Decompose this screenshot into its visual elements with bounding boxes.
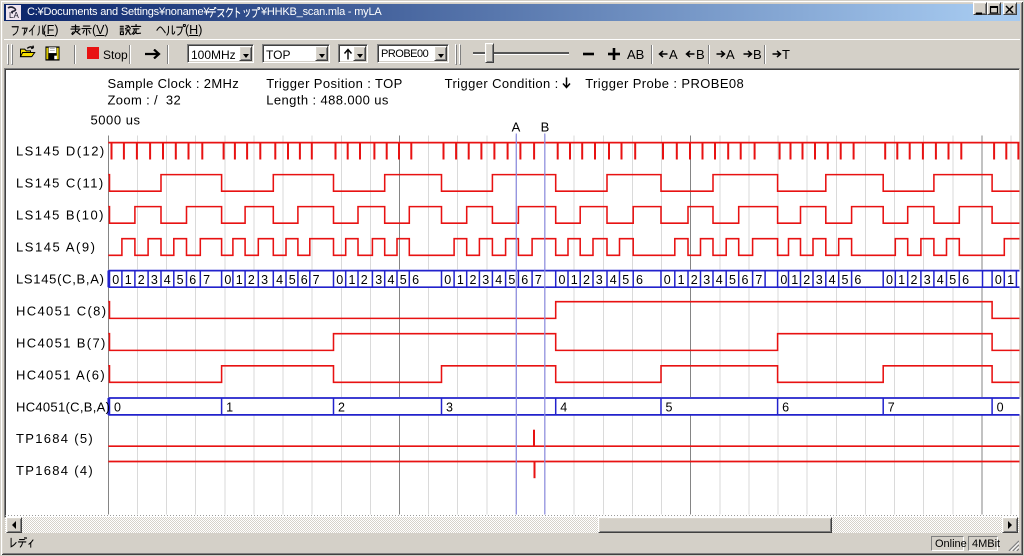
svg-text:2: 2 (803, 273, 810, 287)
svg-text:0: 0 (114, 401, 121, 415)
svg-text:B: B (541, 120, 550, 135)
svg-text:6: 6 (521, 273, 528, 287)
svg-text:2: 2 (583, 273, 590, 287)
svg-text:Zoom : / 32: Zoom : / 32 (108, 93, 182, 108)
svg-text:3: 3 (703, 273, 710, 287)
svg-text:4: 4 (716, 273, 723, 287)
svg-text:0: 0 (664, 273, 671, 287)
svg-text:5: 5 (177, 273, 184, 287)
svg-text:Trigger Position : TOP: Trigger Position : TOP (266, 76, 402, 91)
svg-text:1: 1 (898, 273, 905, 287)
svg-text:1: 1 (236, 273, 243, 287)
svg-text:3: 3 (482, 273, 489, 287)
svg-text:1: 1 (678, 273, 685, 287)
svg-text:LS145 C(11): LS145 C(11) (16, 176, 105, 191)
svg-text:A: A (512, 120, 521, 135)
svg-text:7: 7 (313, 273, 320, 287)
svg-text:LS145 B(10): LS145 B(10) (16, 208, 105, 223)
svg-text:5: 5 (400, 273, 407, 287)
svg-text:6: 6 (189, 273, 196, 287)
svg-text:HC4051 C(8): HC4051 C(8) (16, 304, 107, 319)
svg-text:6: 6 (636, 273, 643, 287)
svg-text:3: 3 (446, 401, 453, 415)
svg-text:0: 0 (336, 273, 343, 287)
svg-text:4: 4 (829, 273, 836, 287)
svg-text:5: 5 (622, 273, 629, 287)
svg-text:1: 1 (457, 273, 464, 287)
svg-text:HC4051(C,B,A): HC4051(C,B,A) (16, 400, 110, 415)
svg-text:5000 us: 5000 us (91, 113, 141, 128)
svg-text:4: 4 (164, 273, 171, 287)
svg-text:3: 3 (924, 273, 931, 287)
svg-text:2: 2 (138, 273, 145, 287)
svg-text:1: 1 (571, 273, 578, 287)
svg-text:1: 1 (226, 401, 233, 415)
svg-text:TP1684 (5): TP1684 (5) (16, 431, 94, 446)
svg-text:4: 4 (937, 273, 944, 287)
svg-text:6: 6 (962, 273, 969, 287)
svg-text:LS145(C,B,A): LS145(C,B,A) (16, 272, 105, 287)
svg-text:7: 7 (535, 273, 542, 287)
svg-text:3: 3 (375, 273, 382, 287)
svg-text:1: 1 (791, 273, 798, 287)
svg-text:5: 5 (508, 273, 515, 287)
svg-text:5: 5 (949, 273, 956, 287)
svg-text:5: 5 (842, 273, 849, 287)
svg-text:2: 2 (338, 401, 345, 415)
svg-text:3: 3 (261, 273, 268, 287)
svg-text:4: 4 (610, 273, 617, 287)
svg-text:2: 2 (361, 273, 368, 287)
svg-text:0: 0 (224, 273, 231, 287)
svg-text:Sample Clock : 2MHz: Sample Clock : 2MHz (108, 76, 240, 91)
svg-text:LS145 D(12): LS145 D(12) (16, 144, 106, 159)
svg-text:0: 0 (886, 273, 893, 287)
svg-text:7: 7 (203, 273, 210, 287)
svg-text:6: 6 (742, 273, 749, 287)
svg-text:3: 3 (151, 273, 158, 287)
svg-text:6: 6 (854, 273, 861, 287)
svg-text:6: 6 (782, 401, 789, 415)
svg-text:0: 0 (559, 273, 566, 287)
svg-text:2: 2 (911, 273, 918, 287)
svg-text:4: 4 (560, 401, 567, 415)
svg-text:2: 2 (470, 273, 477, 287)
svg-text:1: 1 (1007, 273, 1014, 287)
svg-text:TP1684 (4): TP1684 (4) (16, 463, 94, 478)
svg-text:Trigger Condition :: Trigger Condition : (445, 76, 559, 91)
svg-text:HC4051 B(7): HC4051 B(7) (16, 336, 107, 351)
svg-text:7: 7 (888, 401, 895, 415)
svg-text:7: 7 (755, 273, 762, 287)
svg-text:0: 0 (112, 273, 119, 287)
svg-text:3: 3 (816, 273, 823, 287)
svg-text:4: 4 (388, 273, 395, 287)
svg-text:2: 2 (691, 273, 698, 287)
svg-text:LS145 A(9): LS145 A(9) (16, 240, 97, 255)
svg-text:0: 0 (444, 273, 451, 287)
svg-text:5: 5 (666, 401, 673, 415)
svg-text:6: 6 (301, 273, 308, 287)
svg-text:4: 4 (276, 273, 283, 287)
svg-text:5: 5 (289, 273, 296, 287)
svg-text:5: 5 (729, 273, 736, 287)
svg-text:4: 4 (495, 273, 502, 287)
svg-text:Length : 488.000 us: Length : 488.000 us (266, 93, 389, 108)
svg-text:0: 0 (995, 273, 1002, 287)
svg-text:6: 6 (412, 273, 419, 287)
svg-text:2: 2 (248, 273, 255, 287)
svg-text:3: 3 (596, 273, 603, 287)
svg-text:1: 1 (125, 273, 132, 287)
svg-text:0: 0 (780, 273, 787, 287)
svg-text:Trigger Probe : PROBE08: Trigger Probe : PROBE08 (585, 76, 744, 91)
svg-text:LA: LA (9, 11, 19, 20)
svg-text:1: 1 (349, 273, 356, 287)
svg-text:0: 0 (997, 401, 1004, 415)
svg-text:HC4051 A(6): HC4051 A(6) (16, 368, 106, 383)
